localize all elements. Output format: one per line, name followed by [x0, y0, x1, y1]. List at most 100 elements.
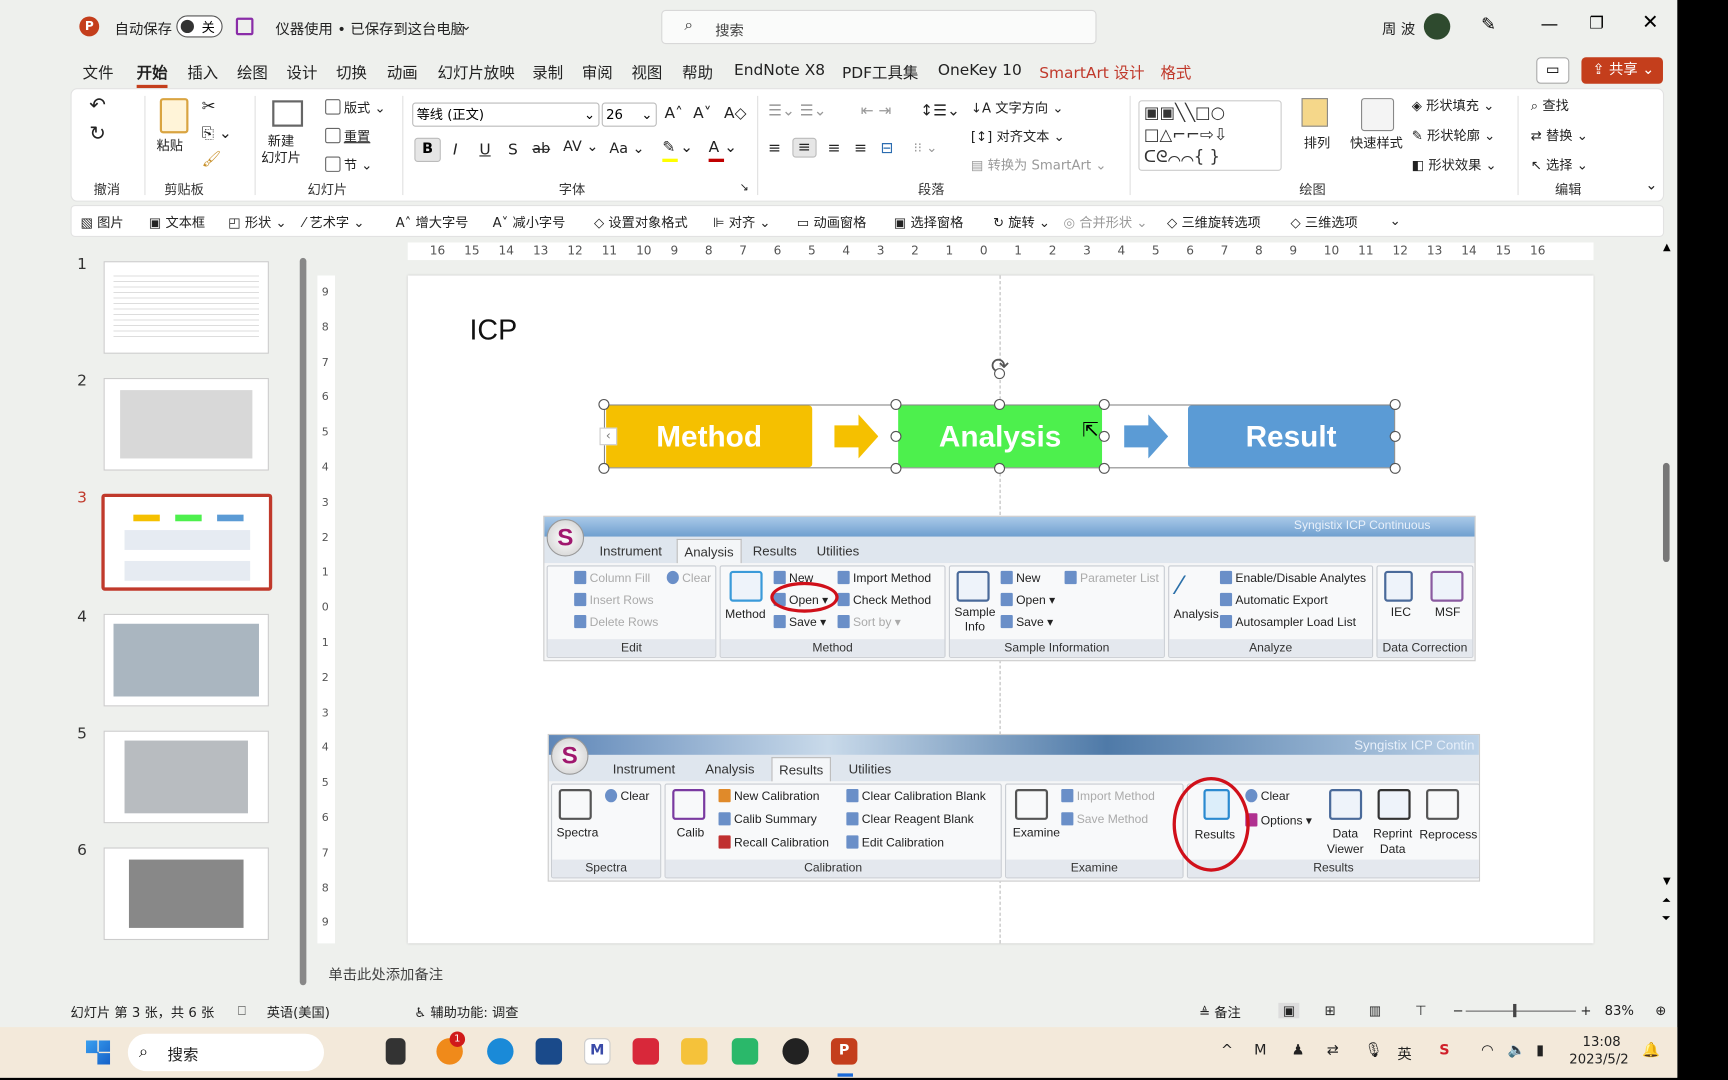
app-icon[interactable]: [731, 1038, 759, 1065]
flow-box-method[interactable]: Method: [606, 405, 813, 468]
wifi-icon[interactable]: ◠: [1481, 1043, 1494, 1060]
slide-canvas[interactable]: ICP Method Analysis Result ⇱ ⟳ ‹ Syngist…: [407, 275, 1594, 944]
animation-pane-button[interactable]: ▭ 动画窗格: [797, 213, 867, 232]
convert-smartart-button[interactable]: ▤ 转换为 SmartArt ⌄: [971, 155, 1107, 174]
huawei-icon[interactable]: [632, 1038, 660, 1065]
tab-format[interactable]: 格式: [1160, 62, 1191, 84]
underline-button[interactable]: U: [479, 141, 490, 159]
resize-handle[interactable]: [890, 462, 902, 474]
bullets-icon[interactable]: ☰⌄ ☰⌄: [768, 102, 826, 120]
accessibility-status[interactable]: ♿ 辅助功能: 调查: [414, 1003, 518, 1022]
tray-app-icon[interactable]: M: [1254, 1043, 1266, 1060]
layout-button[interactable]: 版式 ⌄: [325, 98, 386, 117]
thumbnail-scrollbar[interactable]: [299, 247, 309, 992]
selection-pane-button[interactable]: ▣ 选择窗格: [894, 213, 964, 232]
clock-date[interactable]: 2023/5/2: [1569, 1051, 1628, 1066]
quick-styles-button[interactable]: 快速样式: [1350, 133, 1403, 152]
replace-button[interactable]: ⇄ 替换 ⌄: [1531, 126, 1588, 145]
shape-effects-button[interactable]: ◧ 形状效果 ⌄: [1412, 155, 1497, 174]
tab-animations[interactable]: 动画: [387, 62, 418, 84]
paste-button[interactable]: 粘贴: [156, 136, 182, 155]
comment-icon[interactable]: ▭: [1536, 57, 1570, 84]
normal-view-icon[interactable]: ▣: [1278, 1002, 1300, 1019]
qq-icon[interactable]: ♟: [1292, 1043, 1305, 1060]
shape-outline-button[interactable]: ✎ 形状轮廓 ⌄: [1412, 126, 1495, 145]
resize-handle[interactable]: [1389, 430, 1401, 442]
clock-time[interactable]: 13:08: [1583, 1034, 1621, 1049]
line-spacing-icon[interactable]: ↕☰⌄: [920, 102, 960, 120]
tab-smartart-design[interactable]: SmartArt 设计: [1039, 62, 1144, 84]
resize-handle[interactable]: [890, 398, 902, 410]
rotate-button[interactable]: ↻ 旋转 ⌄: [993, 213, 1050, 232]
tab-draw[interactable]: 绘图: [237, 62, 268, 84]
resize-handle[interactable]: [890, 430, 902, 442]
resize-handle[interactable]: [1098, 398, 1110, 410]
restore-icon[interactable]: ❐: [1589, 13, 1604, 33]
tab-pdf[interactable]: PDF工具集: [842, 62, 918, 84]
align-center-icon[interactable]: ≡: [792, 137, 817, 158]
tab-slideshow[interactable]: 幻灯片放映: [438, 62, 515, 84]
change-case-button[interactable]: Aa ⌄: [609, 141, 644, 158]
slide-title[interactable]: ICP: [469, 313, 517, 347]
minimize-icon[interactable]: —: [1541, 13, 1559, 34]
decrease-font-icon[interactable]: A˅: [693, 105, 711, 123]
slide-thumbnail-5[interactable]: [103, 730, 269, 824]
slide-thumbnail-4[interactable]: [103, 613, 269, 707]
battery-icon[interactable]: ▮: [1536, 1043, 1544, 1060]
merge-shapes-button[interactable]: ◎ 合并形状 ⌄: [1063, 213, 1147, 232]
reset-button[interactable]: 重置: [325, 127, 370, 146]
spellcheck-icon[interactable]: ⎕: [238, 1003, 246, 1020]
justify-icon[interactable]: ≡: [854, 140, 867, 158]
text-direction-button[interactable]: ↓A 文字方向 ⌄: [971, 98, 1064, 117]
app-icon[interactable]: 1: [436, 1031, 466, 1065]
powerpoint-icon[interactable]: P: [830, 1038, 858, 1065]
quick-styles-icon[interactable]: [1361, 98, 1395, 132]
zoom-slider[interactable]: [1465, 1003, 1576, 1018]
copy-icon[interactable]: ⎘ ⌄: [202, 125, 232, 143]
tab-onekey[interactable]: OneKey 10: [938, 62, 1022, 80]
tab-file[interactable]: 文件: [83, 62, 114, 84]
mindmaster-icon[interactable]: M: [584, 1038, 611, 1065]
zoom-out-icon[interactable]: −: [1452, 1003, 1463, 1018]
flow-box-analysis[interactable]: Analysis: [898, 405, 1103, 468]
distribute-icon[interactable]: ⊟: [881, 140, 894, 158]
more-icon[interactable]: ⌄: [1390, 213, 1401, 228]
font-size-select[interactable]: 26 ⌄: [601, 102, 657, 127]
undo-icon[interactable]: ↶: [89, 94, 106, 117]
resize-handle[interactable]: [598, 462, 610, 474]
resize-handle[interactable]: [598, 398, 610, 410]
obs-icon[interactable]: [782, 1038, 809, 1065]
align-button[interactable]: ⊫ 对齐 ⌄: [713, 213, 770, 232]
textbox-button[interactable]: ▣ 文本框: [149, 213, 205, 232]
columns-icon[interactable]: ⁝⁝ ⌄: [914, 140, 938, 155]
redo-icon[interactable]: ↻: [89, 122, 106, 145]
resize-handle[interactable]: [994, 398, 1006, 410]
file-explorer-icon[interactable]: [681, 1038, 708, 1065]
collapse-ribbon-icon[interactable]: ⌄: [1645, 177, 1657, 194]
slide-thumbnail-2[interactable]: [103, 377, 269, 471]
results-ribbon-screenshot[interactable]: Syngistix ICP Contin Instrument Analysis…: [547, 733, 1481, 882]
text-pane-toggle[interactable]: ‹: [599, 427, 618, 446]
tab-record[interactable]: 录制: [532, 62, 563, 84]
taskbar-search[interactable]: ⌕ 搜索: [127, 1033, 324, 1072]
3d-options-button[interactable]: ◇ 三维选项: [1290, 213, 1357, 232]
select-button[interactable]: ↖ 选择 ⌄: [1531, 155, 1588, 174]
italic-button[interactable]: I: [453, 141, 458, 159]
shape-button[interactable]: ◰ 形状 ⌄: [228, 213, 286, 232]
previous-slide-icon[interactable]: ⏶: [1662, 895, 1671, 907]
next-slide-icon[interactable]: ⏷: [1662, 912, 1671, 924]
font-color-icon[interactable]: A ⌄: [708, 139, 737, 162]
edge-icon[interactable]: [487, 1038, 514, 1065]
close-icon[interactable]: ✕: [1642, 11, 1659, 34]
new-slide-icon[interactable]: [272, 100, 304, 127]
dialog-launcher-icon[interactable]: ↘: [739, 182, 748, 194]
picture-button[interactable]: ▧ 图片: [80, 213, 123, 232]
zoom-level[interactable]: 83%: [1605, 1003, 1634, 1018]
shadow-button[interactable]: S: [508, 141, 518, 159]
shapes-gallery[interactable]: ▣▣╲╲□○ □△⌐⌐⇨⇩ ᑕᘓ⌒⌒{ }: [1138, 100, 1282, 171]
pen-icon[interactable]: ✎: [1481, 13, 1496, 34]
volume-icon[interactable]: 🔈: [1508, 1043, 1526, 1060]
resize-handle[interactable]: [1098, 462, 1110, 474]
sogou-icon[interactable]: S: [1439, 1043, 1449, 1060]
reading-view-icon[interactable]: ▥: [1369, 1003, 1382, 1018]
